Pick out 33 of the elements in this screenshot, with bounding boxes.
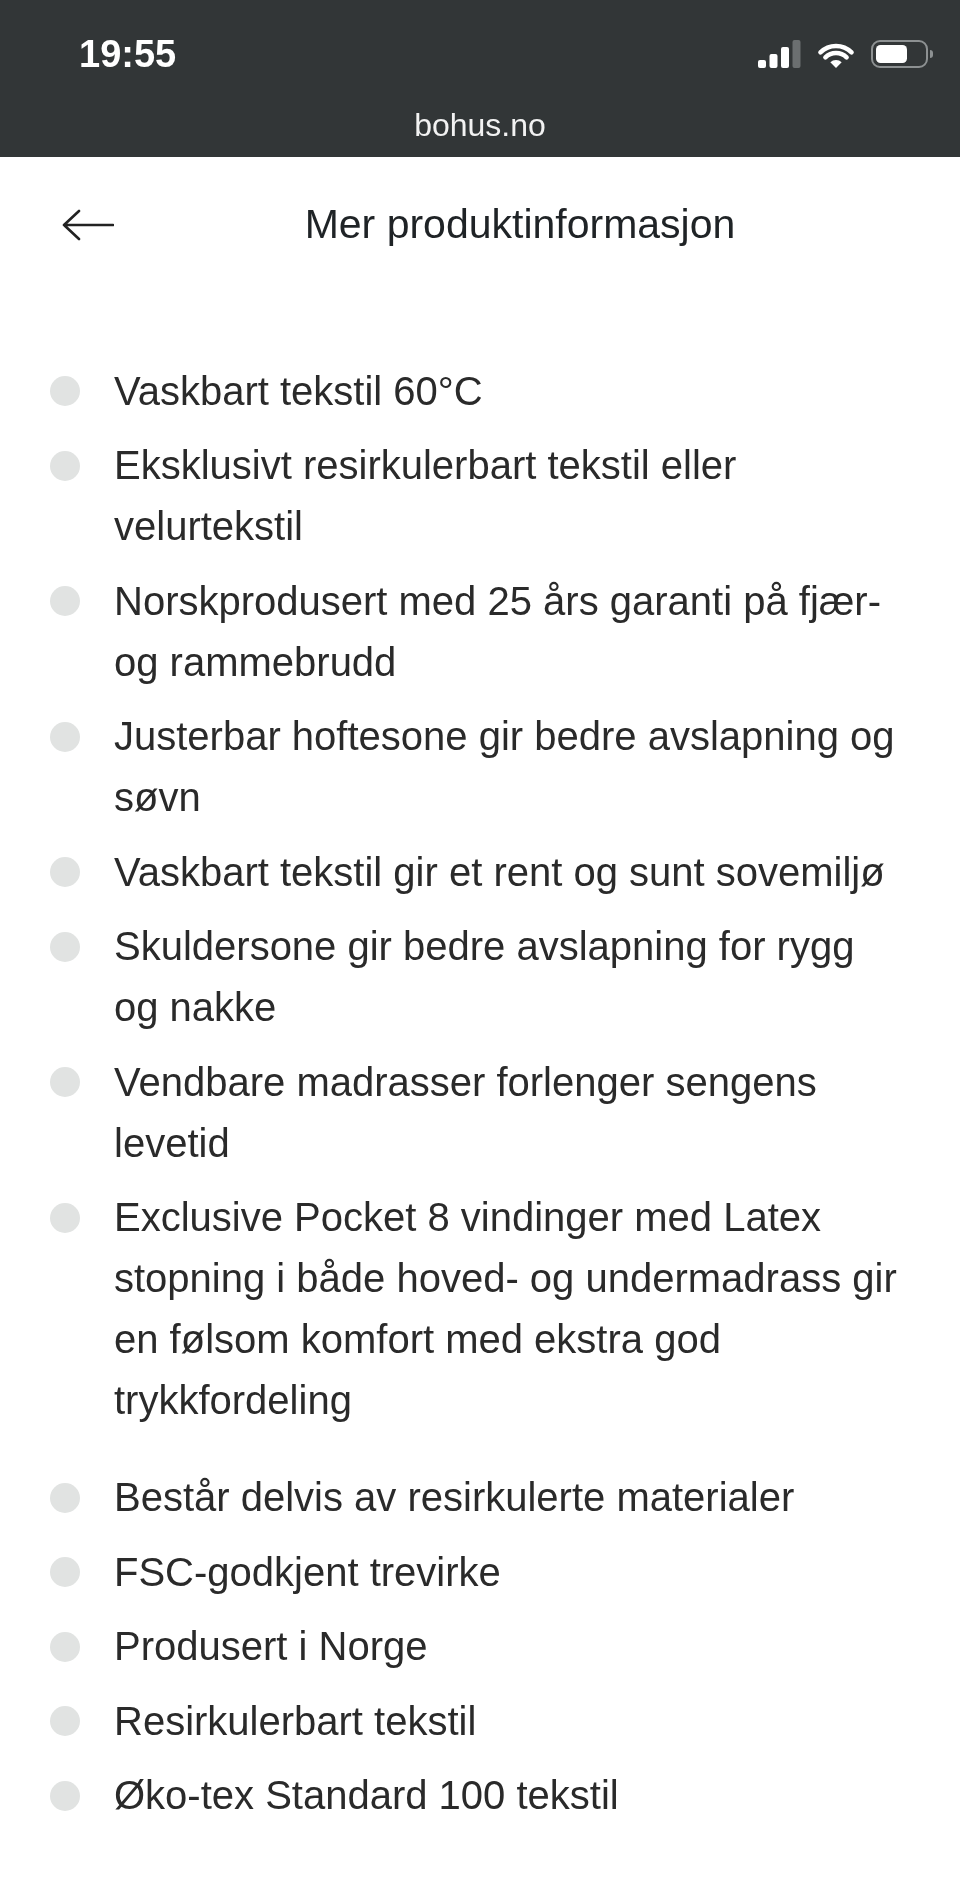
bullet-dot-icon: [50, 1557, 80, 1587]
feature-text: Vaskbart tekstil 60°C: [114, 367, 484, 415]
signal-icon: [758, 40, 801, 68]
battery-icon: [871, 40, 934, 68]
bullet-dot-icon: [50, 857, 80, 887]
bullet-dot-icon: [50, 1631, 80, 1662]
bullet-dot-icon: [50, 586, 80, 616]
url-text[interactable]: bohus.no: [414, 109, 546, 141]
feature-text: Norskprodusert med 25 års garanti på fjær- og rammebrudd: [114, 577, 882, 686]
feature-text: Justerbar hoftesone gir bedre avslapning og søvn: [114, 713, 896, 821]
back-button[interactable]: [62, 209, 114, 241]
feature-text: FSC-godkjent trevirke: [114, 1548, 502, 1596]
bullet-dot-icon: [50, 721, 80, 752]
bullet-dot-icon: [50, 450, 80, 481]
bullet-dot-icon: [50, 376, 80, 406]
feature-text: Resirkulerbart tekstil: [114, 1697, 478, 1745]
feature-text: Skuldersone gir bedre avslapning for rygg og nakke: [114, 923, 856, 1031]
left-arrow-icon: [62, 209, 114, 241]
feature-text: Består delvis av resirkulerte materialer: [114, 1474, 796, 1521]
bullet-dot-icon: [50, 1482, 80, 1513]
page-title: Mer produktinformasjon: [304, 200, 736, 250]
bullet-dot-icon: [50, 1067, 80, 1097]
feature-text: Vendbare madrasser forlenger sengens levetid: [114, 1058, 818, 1167]
bullet-dot-icon: [50, 1780, 80, 1811]
feature-text: Exclusive Pocket 8 vindinger med Latex stopning i både hoved- og undermadrass gir en følsom komfort med ekstra god trykkfordeling: [114, 1194, 898, 1424]
bullet-dot-icon: [50, 1706, 80, 1736]
bullet-dot-icon: [50, 931, 80, 962]
feature-text: Vaskbart tekstil gir et rent og sunt sovemiljø: [114, 848, 886, 896]
feature-text: Produsert i Norge: [114, 1623, 429, 1670]
feature-text: Eksklusivt resirkulerbart tekstil eller velurtekstil: [114, 442, 738, 550]
clock-time: 19:55: [79, 35, 177, 73]
feature-text: Øko-tex Standard 100 tekstil: [114, 1772, 620, 1819]
bullet-dot-icon: [50, 1202, 80, 1233]
